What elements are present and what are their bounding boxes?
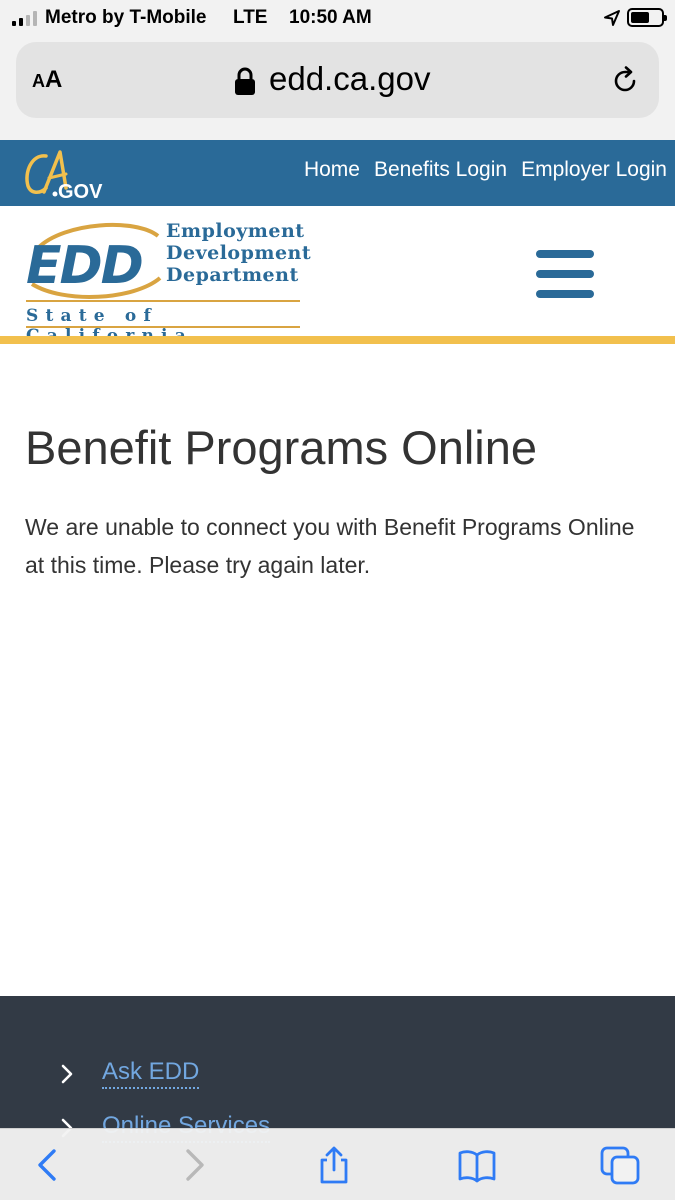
edd-logo-name: Employment Development Department [166,220,312,286]
nav-employer-login-link[interactable]: Employer Login [521,158,667,182]
svg-text:GOV: GOV [58,181,103,202]
edd-logo[interactable]: EDD Employment Development Department St… [24,218,311,346]
edd-logo-rule [26,326,300,328]
error-message: We are unable to connect you with Benefi… [25,514,635,578]
ca-top-nav: Home Benefits Login Employer Login [304,158,667,182]
network-type: LTE [233,7,268,28]
browser-toolbar [0,1128,675,1200]
address-bar[interactable]: AA edd.ca.gov [16,42,659,118]
battery-icon [627,8,667,27]
url-text[interactable]: edd.ca.gov [269,60,430,98]
nav-benefits-login-link[interactable]: Benefits Login [374,158,507,182]
chevron-right-icon [61,1064,73,1083]
edd-logo-mark: EDD [26,236,144,296]
share-icon[interactable] [314,1145,354,1185]
location-arrow-icon [604,10,620,26]
signal-strength-icon [12,10,37,26]
bookmarks-icon[interactable] [457,1145,497,1185]
lock-icon [235,67,255,95]
edd-header: EDD Employment Development Department St… [0,206,675,346]
text-size-button[interactable]: AA [32,66,62,94]
ca-gov-header: GOV Home Benefits Login Employer Login [0,140,675,206]
forward-arrow-icon[interactable] [174,1145,214,1185]
carrier-name: Metro by T-Mobile [45,7,207,28]
footer-link-label[interactable]: Ask EDD [102,1058,200,1089]
browser-address-area: AA edd.ca.gov [0,36,675,140]
reload-icon[interactable] [610,66,640,96]
footer-link-ask-edd[interactable]: Ask EDD [60,1058,200,1089]
page-title: Benefit Programs Online [25,421,538,474]
status-bar: Metro by T-Mobile LTE 10:50 AM [0,0,675,36]
tabs-icon[interactable] [600,1145,640,1185]
ca-gov-logo[interactable]: GOV [22,142,112,202]
edd-logo-rule [26,300,300,302]
back-arrow-icon[interactable] [28,1145,68,1185]
hamburger-menu-icon[interactable] [536,250,594,302]
header-accent-bar [0,336,675,344]
status-time: 10:50 AM [289,7,372,28]
nav-home-link[interactable]: Home [304,158,360,182]
